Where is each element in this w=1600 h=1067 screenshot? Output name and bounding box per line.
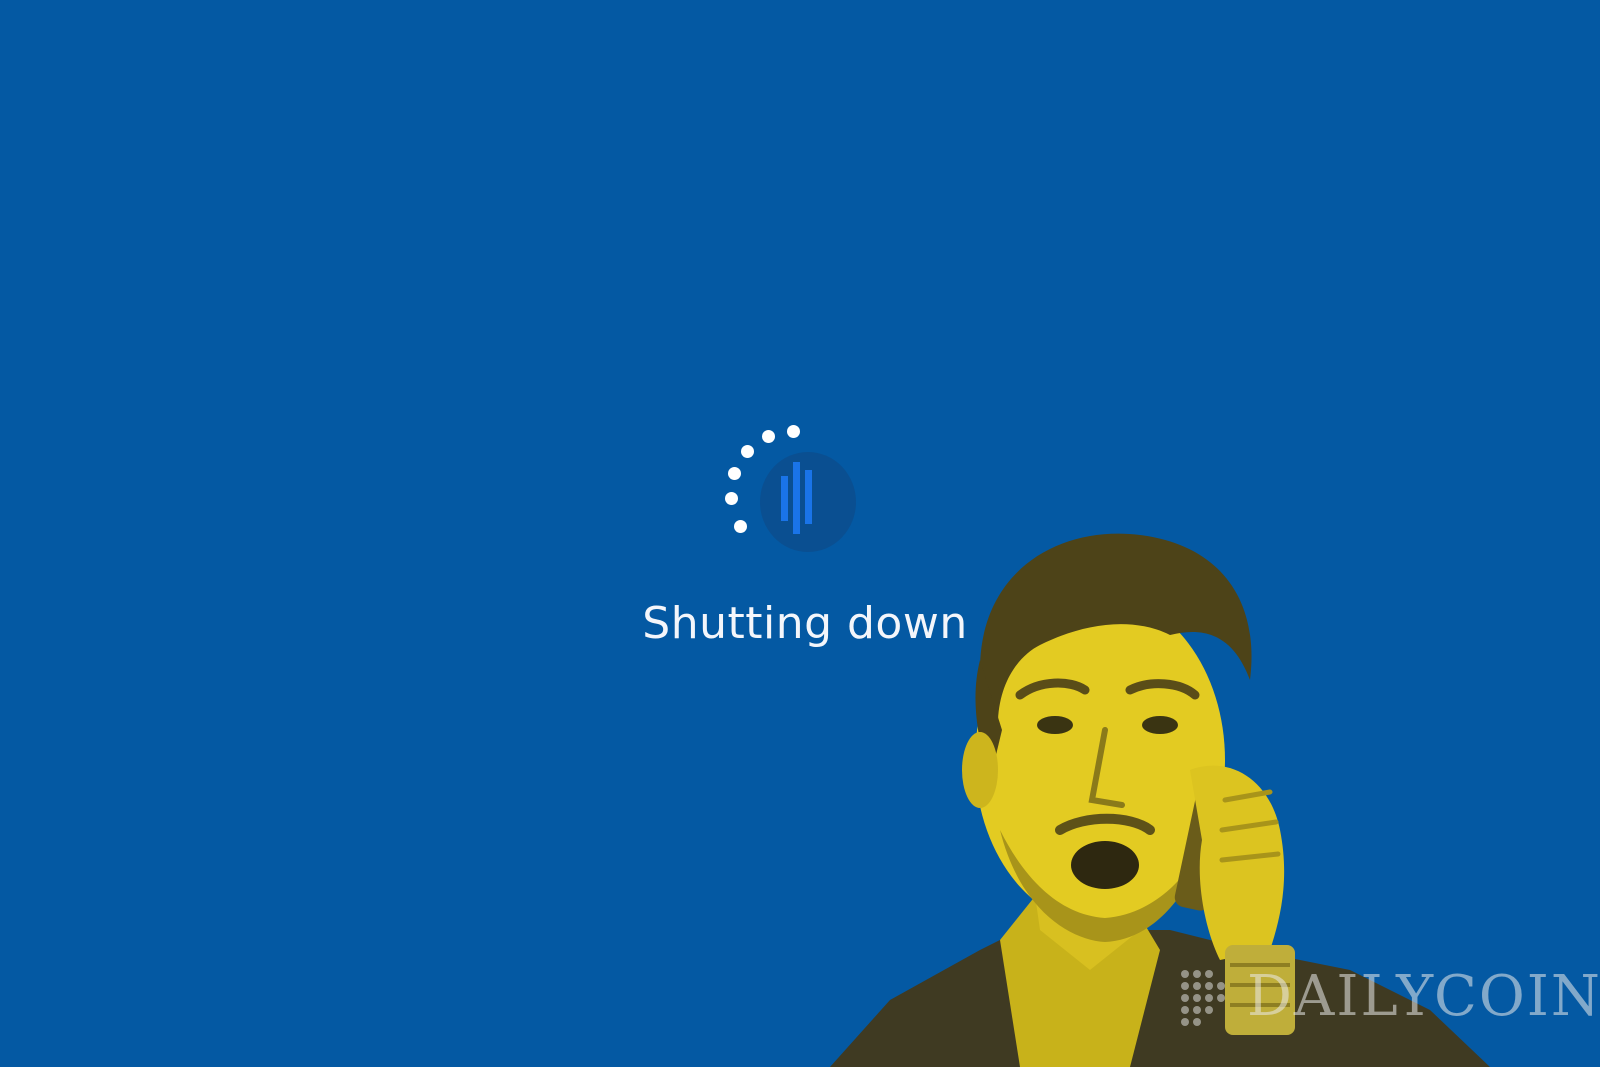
spinner-dot xyxy=(741,445,754,458)
spinner-dot xyxy=(728,467,741,480)
logo-bar xyxy=(805,470,812,524)
dotted-logo-icon xyxy=(1181,970,1225,1026)
logo-bar xyxy=(793,462,800,534)
spinner-dot xyxy=(762,430,775,443)
mouth xyxy=(1071,841,1139,889)
hand xyxy=(1190,765,1285,960)
eye-right xyxy=(1142,716,1178,734)
ear xyxy=(962,732,998,808)
spinner-dot xyxy=(734,520,747,533)
watermark: DAILYCOIN xyxy=(1175,960,1600,1040)
logo-bar xyxy=(781,476,788,521)
spinner-dot xyxy=(725,492,738,505)
spinner-dot xyxy=(787,425,800,438)
watermark-text: DAILYCOIN xyxy=(1247,964,1600,1029)
eye-left xyxy=(1037,716,1073,734)
shutdown-screen: Shutting down DAILYCOIN xyxy=(0,0,1600,1067)
